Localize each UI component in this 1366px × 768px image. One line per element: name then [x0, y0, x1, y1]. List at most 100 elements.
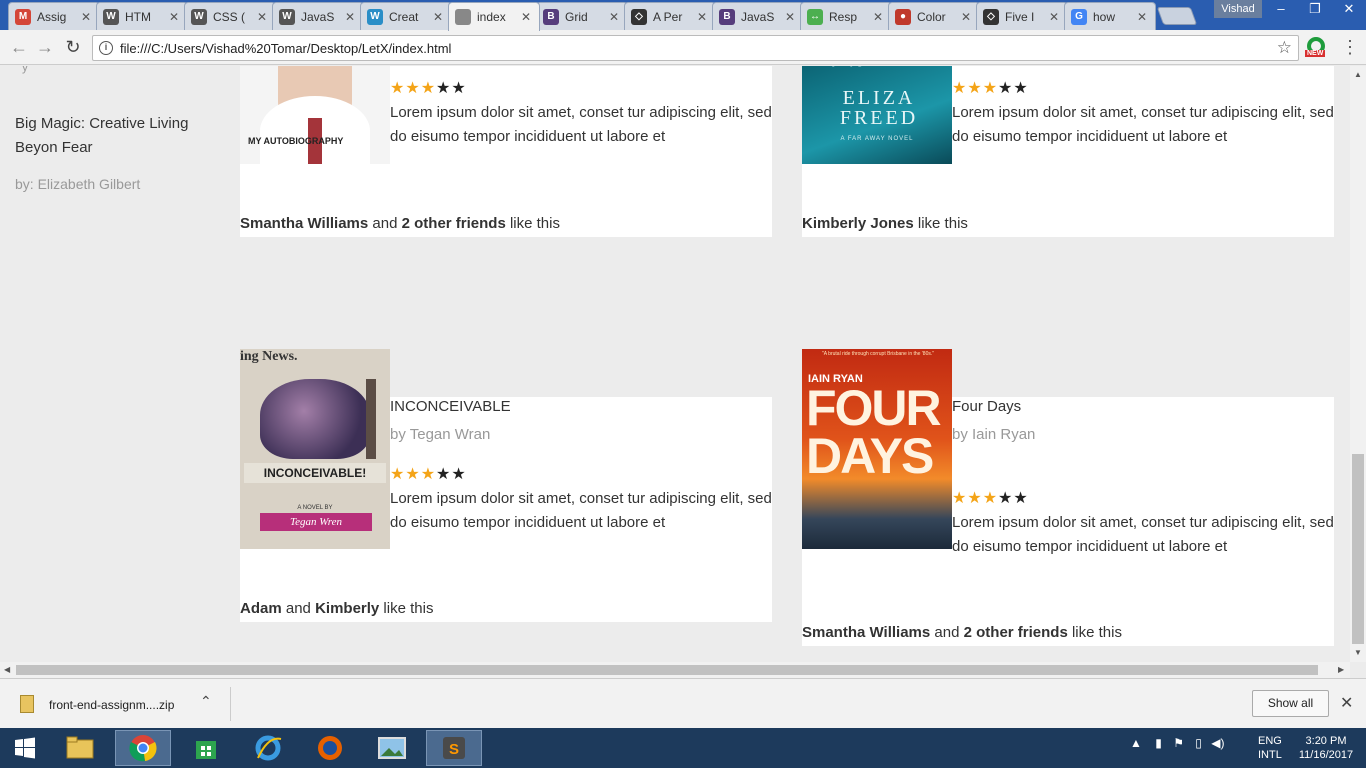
close-tab-icon[interactable]: ✕	[961, 10, 973, 24]
scrollbar-thumb[interactable]	[1352, 454, 1364, 644]
tab-label: Color	[917, 9, 946, 24]
browser-tab[interactable]: index ✕	[448, 2, 540, 31]
show-all-button[interactable]: Show all	[1252, 690, 1329, 717]
browser-tab[interactable]: ◇ Five I ✕	[976, 2, 1068, 30]
download-filename[interactable]: front-end-assignm....zip	[49, 698, 174, 712]
browser-tab[interactable]: B Grid ✕	[536, 2, 628, 30]
info-icon[interactable]: i	[99, 41, 113, 55]
cover-kicker: A NOVEL BY	[297, 505, 333, 511]
liker-name[interactable]: Smantha Williams	[802, 624, 930, 641]
sublime-text-icon[interactable]: S	[426, 730, 482, 766]
profile-button[interactable]: Vishad	[1214, 0, 1262, 18]
scroll-left-icon[interactable]: ◀	[4, 665, 10, 674]
browser-tab[interactable]: W JavaS ✕	[272, 2, 364, 30]
liker-name[interactable]: Smantha Williams	[240, 215, 368, 232]
book-card[interactable]: playground ELIZA FREED A FAR AWAY NOVEL …	[802, 66, 1334, 237]
close-tab-icon[interactable]: ✕	[345, 10, 357, 24]
scroll-right-icon[interactable]: ▶	[1338, 665, 1344, 674]
rating-stars: ★★★★★	[390, 464, 467, 484]
language-indicator[interactable]: ENG INTL	[1258, 734, 1282, 762]
book-cover[interactable]: MY AUTOBIOGRAPHY	[240, 66, 390, 164]
liker-name[interactable]: Adam	[240, 600, 282, 617]
star-filled-icon: ★	[952, 490, 968, 507]
address-bar[interactable]: i file:///C:/Users/Vishad%20Tomar/Deskto…	[92, 35, 1299, 61]
close-tab-icon[interactable]: ✕	[169, 10, 181, 24]
bootstrap-icon: B	[719, 8, 735, 25]
book-cover[interactable]: "A brutal ride through corrupt Brisbane …	[802, 349, 952, 549]
network-icon[interactable]: ▮	[1155, 736, 1162, 750]
chevron-up-icon[interactable]: ⌃	[200, 693, 212, 710]
flag-icon[interactable]: ⚑	[1173, 736, 1184, 750]
close-tab-icon[interactable]: ✕	[873, 10, 885, 24]
star-empty-icon: ★	[998, 490, 1014, 507]
liker-name[interactable]: Kimberly	[315, 600, 379, 617]
url-text: file:///C:/Users/Vishad%20Tomar/Desktop/…	[120, 41, 452, 56]
file-explorer-icon[interactable]	[52, 730, 108, 766]
scroll-down-icon[interactable]: ▼	[1354, 648, 1362, 657]
browser-tab[interactable]: W HTM ✕	[96, 2, 188, 30]
clock[interactable]: 3:20 PM 11/16/2017	[1296, 734, 1356, 762]
tab-label: JavaS	[741, 9, 775, 24]
browser-tab[interactable]: W Creat ✕	[360, 2, 452, 30]
close-tab-icon[interactable]: ✕	[521, 10, 533, 24]
reload-icon[interactable]: ↻	[62, 37, 84, 59]
back-icon[interactable]: ←	[8, 37, 30, 59]
browser-tab[interactable]: ◇ A Per ✕	[624, 2, 716, 30]
bookmark-star-icon[interactable]: ☆	[1277, 38, 1292, 58]
close-icon[interactable]: ✕	[1340, 693, 1353, 713]
book-card[interactable]: MY AUTOBIOGRAPHY ★★★★★ Lorem ipsum dolor…	[240, 66, 772, 237]
forward-icon[interactable]: →	[34, 37, 56, 59]
book-card[interactable]: ing News. INCONCEIVABLE! A NOVEL BY Tega…	[240, 349, 772, 622]
close-window-icon[interactable]: ✕	[1332, 0, 1366, 20]
liker-name[interactable]: Kimberly Jones	[802, 215, 914, 232]
battery-icon[interactable]: ▯	[1195, 736, 1202, 750]
extension-icon[interactable]: NEW	[1305, 37, 1327, 59]
browser-tab[interactable]: ↔ Resp ✕	[800, 2, 892, 30]
maximize-icon[interactable]: ❐	[1298, 0, 1332, 20]
close-tab-icon[interactable]: ✕	[609, 10, 621, 24]
horizontal-scrollbar[interactable]: ◀ ▶	[0, 662, 1350, 678]
windows-start-icon[interactable]	[0, 730, 50, 766]
liker-name[interactable]: 2 other friends	[402, 215, 506, 232]
close-tab-icon[interactable]: ✕	[697, 10, 709, 24]
sidebar-book-title: Big Magic: Creative Living Beyon Fear	[15, 115, 189, 156]
close-tab-icon[interactable]: ✕	[257, 10, 269, 24]
star-filled-icon: ★	[952, 80, 968, 97]
close-tab-icon[interactable]: ✕	[433, 10, 445, 24]
likes-text: Adam and Kimberly like this	[240, 600, 433, 617]
book-author: by Iain Ryan	[952, 426, 1036, 443]
book-cover[interactable]: playground ELIZA FREED A FAR AWAY NOVEL	[802, 66, 952, 164]
store-icon[interactable]	[178, 730, 234, 766]
system-tray[interactable]: ▲ ▮ ⚑ ▯ ◀)	[1130, 736, 1224, 750]
browser-tab[interactable]: M Assig ✕	[8, 2, 100, 30]
internet-explorer-icon[interactable]	[240, 730, 296, 766]
volume-icon[interactable]: ◀)	[1211, 736, 1224, 750]
menu-icon[interactable]: ⋮	[1341, 38, 1359, 56]
firefox-icon[interactable]	[302, 730, 358, 766]
close-tab-icon[interactable]: ✕	[785, 10, 797, 24]
browser-tab[interactable]: ● Color ✕	[888, 2, 980, 30]
chrome-icon[interactable]	[115, 730, 171, 766]
new-tab-button[interactable]	[1156, 7, 1198, 25]
book-card[interactable]: "A brutal ride through corrupt Brisbane …	[802, 349, 1334, 646]
sidebar-book[interactable]: Big Magic: Creative Living Beyon Fear by…	[15, 112, 215, 192]
book-cover[interactable]: ing News. INCONCEIVABLE! A NOVEL BY Tega…	[240, 349, 390, 549]
photo-viewer-icon[interactable]	[364, 730, 420, 766]
minimize-icon[interactable]: –	[1264, 0, 1298, 20]
vertical-scrollbar[interactable]: ▲ ▼	[1350, 66, 1366, 662]
close-tab-icon[interactable]: ✕	[1137, 10, 1149, 24]
rating-stars: ★★★★★	[952, 78, 1029, 98]
show-hidden-icons-icon[interactable]: ▲	[1130, 736, 1142, 750]
scrollbar-thumb[interactable]	[16, 665, 1318, 675]
close-tab-icon[interactable]: ✕	[1049, 10, 1061, 24]
tab-label: Resp	[829, 9, 858, 24]
scroll-up-icon[interactable]: ▲	[1354, 70, 1362, 79]
browser-tab[interactable]: B JavaS ✕	[712, 2, 804, 30]
browser-tab[interactable]: Ghow ✕	[1064, 2, 1156, 30]
book-title: Four Days	[952, 398, 1022, 415]
browser-tab[interactable]: W CSS (✕	[184, 2, 276, 30]
responsive-icon: ↔	[807, 8, 823, 25]
divider	[230, 687, 231, 721]
liker-name[interactable]: 2 other friends	[964, 624, 1068, 641]
close-tab-icon[interactable]: ✕	[81, 10, 93, 24]
